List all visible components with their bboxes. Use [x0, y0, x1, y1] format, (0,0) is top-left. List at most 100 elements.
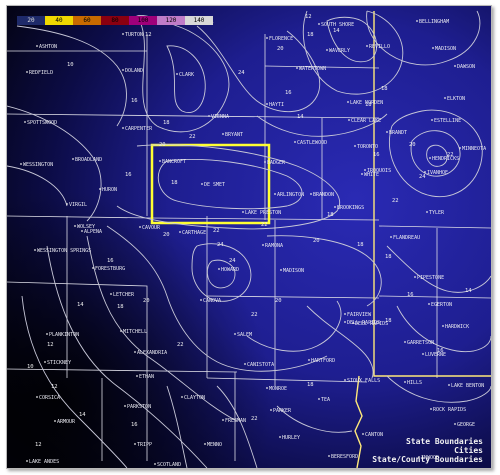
place-dot — [404, 341, 406, 343]
place-label: EGERTON — [431, 302, 452, 308]
place-dot — [262, 244, 264, 246]
contour-label: 16 — [125, 172, 132, 178]
place-dot — [347, 101, 349, 103]
place-dot — [354, 145, 356, 147]
legend-swatch: 20 — [17, 16, 45, 25]
contour-label: 16 — [285, 90, 292, 96]
place-dot — [444, 97, 446, 99]
layer-state-boundaries: State Boundaries — [405, 437, 483, 446]
legend-swatch: 80 — [101, 16, 129, 25]
contour-label: 20 — [163, 232, 170, 238]
place-label: ELKTON — [447, 96, 465, 102]
place-dot — [181, 396, 183, 398]
place-dot — [352, 322, 354, 324]
place-label: CORSICA — [39, 395, 60, 401]
place-label: BRANDON — [313, 192, 334, 198]
place-dot — [334, 206, 336, 208]
place-dot — [348, 119, 350, 121]
place-label: SIOUX FALLS — [347, 378, 380, 384]
place-dot — [366, 45, 368, 47]
place-dot — [422, 353, 424, 355]
place-label: LAKE BENTON — [451, 383, 484, 389]
place-label: ROCK RAPIDS — [433, 407, 466, 413]
contour-label: 22 — [177, 342, 184, 348]
place-dot — [200, 299, 202, 301]
place-label: VIENNA — [211, 114, 229, 120]
place-dot — [122, 33, 124, 35]
contour-label: 14 — [79, 412, 86, 418]
place-dot — [34, 249, 36, 251]
place-label: LETCHER — [113, 292, 135, 298]
place-label: CANOVA — [203, 298, 221, 304]
layer-list: State Boundaries Cities State/County Bou… — [372, 437, 483, 464]
place-dot — [81, 230, 83, 232]
place-label: PIPESTONE — [417, 275, 444, 281]
place-label: BRYANT — [225, 132, 243, 138]
place-label: SOUTH SHORE — [321, 22, 354, 28]
place-label: HARTFORD — [311, 358, 335, 364]
contour-map[interactable]: 16 18 20 22 24 20 18 16 14 12 10 18 14 12 14 16 18 20 22 24… — [7, 6, 491, 468]
place-label: ESTELLINE — [434, 118, 461, 124]
place-dot — [26, 71, 28, 73]
contour-label: 18 — [381, 86, 388, 92]
place-dot — [459, 147, 461, 149]
contour-label: 22 — [392, 198, 399, 204]
map-viewer: 16 18 20 22 24 20 18 16 14 12 10 18 14 12 14 16 18 20 22 24… — [6, 5, 492, 469]
contour-label: 12 — [47, 342, 54, 348]
place-label: ARMOUR — [57, 419, 76, 425]
place-dot — [204, 443, 206, 445]
place-label: DAWSON — [457, 64, 475, 70]
place-dot — [416, 20, 418, 22]
contour-label: 18 — [327, 212, 334, 218]
place-dot — [54, 420, 56, 422]
place-dot — [266, 387, 268, 389]
contour-label: 18 — [117, 304, 124, 310]
place-dot — [222, 133, 224, 135]
place-label: LAKE PRESTON — [245, 210, 281, 216]
place-dot — [159, 160, 161, 162]
contour-label: 22 — [251, 416, 258, 422]
place-dot — [74, 225, 76, 227]
contour-label: 18 — [307, 382, 314, 388]
place-label: TRIPP — [137, 442, 152, 448]
place-label: BROADLAND — [75, 157, 102, 163]
contour-label: 22 — [189, 134, 196, 140]
place-dot — [264, 161, 266, 163]
place-dot — [362, 433, 364, 435]
place-label: BANCROFT — [162, 159, 186, 165]
place-dot — [266, 103, 268, 105]
contour-label: 14 — [333, 28, 340, 34]
place-label: GARRETSON — [407, 340, 434, 346]
place-dot — [24, 121, 26, 123]
value-legend: 20 40 60 80 100 120 140 — [17, 16, 213, 25]
place-dot — [454, 65, 456, 67]
place-label: ARLINGTON — [277, 192, 304, 198]
place-dot — [429, 157, 431, 159]
place-label: IROQUOIS — [367, 168, 391, 174]
place-dot — [234, 333, 236, 335]
place-label: WESSINGTON SPRINGS — [37, 248, 91, 254]
place-dot — [326, 49, 328, 51]
contour-label: 12 — [51, 384, 58, 390]
place-label: CAVOUR — [142, 225, 161, 231]
place-label: HURLEY — [282, 435, 300, 441]
contour-label: 16 — [131, 98, 138, 104]
place-dot — [92, 267, 94, 269]
place-dot — [328, 455, 330, 457]
place-label: STICKNEY — [47, 360, 71, 366]
contour-label: 20 — [409, 142, 416, 148]
contour-label: 14 — [77, 302, 84, 308]
contour-label: 16 — [107, 258, 114, 264]
place-dot — [266, 37, 268, 39]
place-dot — [120, 330, 122, 332]
place-dot — [36, 45, 38, 47]
place-label: RAMONA — [265, 243, 283, 249]
legend-swatch: 140 — [185, 16, 213, 25]
place-label: HAYTI — [269, 102, 284, 108]
place-dot — [426, 211, 428, 213]
place-dot — [432, 47, 434, 49]
contour-label: 16 — [131, 422, 138, 428]
place-label: REVILLO — [369, 44, 390, 50]
place-label: BADGER — [267, 160, 286, 166]
place-dot — [72, 158, 74, 160]
